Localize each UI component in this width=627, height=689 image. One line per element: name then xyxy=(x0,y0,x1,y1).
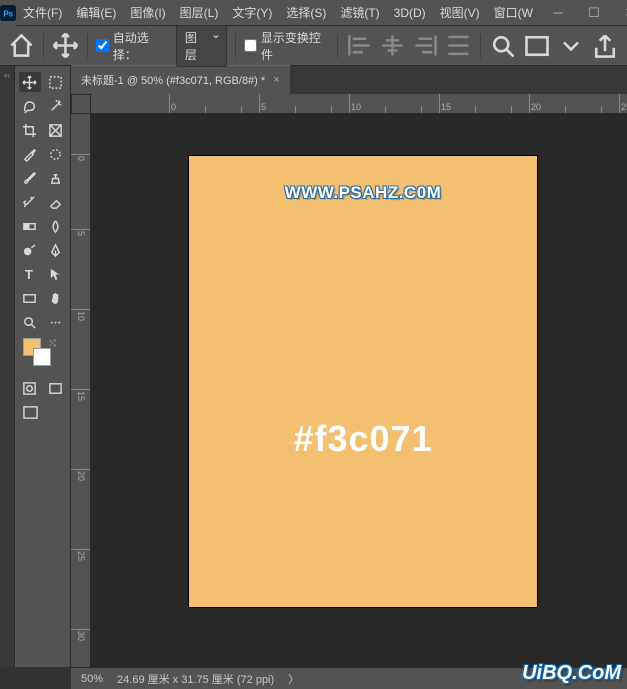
screenmode-icon[interactable] xyxy=(523,32,551,60)
document-area: 未标题-1 @ 50% (#f3c071, RGB/8#) * × 051015… xyxy=(71,66,627,667)
canvas-viewport[interactable]: WWW.PSAHZ.C0M #f3c071 xyxy=(91,114,627,667)
svg-text:T: T xyxy=(25,267,33,282)
auto-select-label: 自动选择： xyxy=(113,29,170,63)
tab-close-icon[interactable]: × xyxy=(273,74,279,86)
more-tools[interactable] xyxy=(45,312,67,332)
move-tool-icon[interactable] xyxy=(52,32,79,60)
show-transform-label: 显示变换控件 xyxy=(261,29,330,63)
distribute-icon[interactable] xyxy=(445,32,472,60)
eyedropper-tool[interactable] xyxy=(19,144,41,164)
canvas[interactable]: WWW.PSAHZ.C0M #f3c071 xyxy=(189,156,537,607)
healing-tool[interactable] xyxy=(45,144,67,164)
gradient-tool[interactable] xyxy=(19,216,41,236)
show-transform-check[interactable]: 显示变换控件 xyxy=(244,29,330,63)
menu-file[interactable]: 文件(F) xyxy=(16,4,69,21)
type-tool[interactable]: T xyxy=(19,264,41,284)
vertical-ruler[interactable]: 051015202530 xyxy=(71,114,91,667)
menu-edit[interactable]: 编辑(E) xyxy=(69,4,123,21)
align-center-icon[interactable] xyxy=(379,32,406,60)
auto-select-checkbox[interactable] xyxy=(96,39,109,52)
menu-type[interactable]: 文字(Y) xyxy=(225,4,279,21)
menu-window[interactable]: 窗口(W xyxy=(487,4,540,21)
options-bar: 自动选择： 图层 显示变换控件 xyxy=(0,26,627,66)
separator xyxy=(43,34,44,58)
collapse-icon: ‹‹ xyxy=(4,70,10,667)
ps-logo-icon: Ps xyxy=(0,0,16,26)
canvas-text-watermark: WWW.PSAHZ.C0M xyxy=(285,183,442,203)
history-brush-tool[interactable] xyxy=(19,192,41,212)
zoom-tool[interactable] xyxy=(19,312,41,332)
menu-view[interactable]: 视图(V) xyxy=(433,4,487,21)
screenmode-full[interactable] xyxy=(19,402,41,422)
align-right-icon[interactable] xyxy=(412,32,439,60)
auto-select-check[interactable]: 自动选择： xyxy=(96,29,170,63)
horizontal-ruler[interactable]: 0510152025 xyxy=(91,94,627,114)
magic-wand-tool[interactable] xyxy=(45,96,67,116)
panel-collapse-strip[interactable]: ‹‹ xyxy=(0,66,15,667)
document-tab-title: 未标题-1 @ 50% (#f3c071, RGB/8#) * xyxy=(81,72,265,88)
status-zoom[interactable]: 50% xyxy=(81,673,103,685)
svg-text:Ps: Ps xyxy=(3,9,13,18)
marquee-tool[interactable] xyxy=(45,72,67,92)
document-tab[interactable]: 未标题-1 @ 50% (#f3c071, RGB/8#) * × xyxy=(71,65,290,94)
pen-tool[interactable] xyxy=(45,240,67,260)
separator xyxy=(337,34,338,58)
color-swatches[interactable]: ⤭ xyxy=(19,338,66,368)
close-button[interactable]: ✕ xyxy=(612,0,627,25)
show-transform-checkbox[interactable] xyxy=(244,39,257,52)
align-left-icon[interactable] xyxy=(346,32,373,60)
canvas-text-hexcode: #f3c071 xyxy=(293,418,432,460)
main-area: ‹‹ xyxy=(0,66,627,667)
document-tabbar: 未标题-1 @ 50% (#f3c071, RGB/8#) * × xyxy=(71,66,627,94)
auto-select-target[interactable]: 图层 xyxy=(176,25,227,67)
quickmask-tool[interactable] xyxy=(19,378,41,398)
chevron-down-icon[interactable] xyxy=(557,32,585,60)
ruler-area: 0510152025 051015202530 WWW.PSAHZ.C0M #f… xyxy=(71,94,627,667)
lasso-tool[interactable] xyxy=(19,96,41,116)
move-tool[interactable] xyxy=(19,72,41,92)
ruler-corner[interactable] xyxy=(71,94,91,114)
hand-tool[interactable] xyxy=(45,288,67,308)
minimize-button[interactable]: ─ xyxy=(540,0,576,25)
crop-tool[interactable] xyxy=(19,120,41,140)
rectangle-tool[interactable] xyxy=(19,288,41,308)
swap-colors-icon[interactable]: ⤭ xyxy=(49,338,56,349)
eraser-tool[interactable] xyxy=(45,192,67,212)
maximize-button[interactable]: ☐ xyxy=(576,0,612,25)
separator xyxy=(480,34,481,58)
menu-3d[interactable]: 3D(D) xyxy=(387,6,433,20)
status-arrow-icon[interactable]: 〉 xyxy=(288,671,299,687)
dodge-tool[interactable] xyxy=(19,240,41,260)
screenmode-tool[interactable] xyxy=(45,378,67,398)
page-watermark: UiBQ.CoM xyxy=(522,662,621,685)
window-controls: ─ ☐ ✕ xyxy=(540,0,627,25)
toolbox: T ⤭ xyxy=(15,66,71,667)
path-selection-tool[interactable] xyxy=(45,264,67,284)
separator xyxy=(235,34,236,58)
blur-tool[interactable] xyxy=(45,216,67,236)
clone-stamp-tool[interactable] xyxy=(45,168,67,188)
menu-filter[interactable]: 滤镜(T) xyxy=(333,4,386,21)
search-icon[interactable] xyxy=(489,32,517,60)
separator xyxy=(87,34,88,58)
menu-select[interactable]: 选择(S) xyxy=(279,4,333,21)
background-color[interactable] xyxy=(33,348,51,366)
status-dimensions: 24.69 厘米 x 31.75 厘米 (72 ppi) xyxy=(117,671,274,687)
frame-tool[interactable] xyxy=(45,120,67,140)
menu-layer[interactable]: 图层(L) xyxy=(173,4,226,21)
brush-tool[interactable] xyxy=(19,168,41,188)
menu-bar: Ps 文件(F) 编辑(E) 图像(I) 图层(L) 文字(Y) 选择(S) 滤… xyxy=(0,0,627,26)
menu-image[interactable]: 图像(I) xyxy=(123,4,172,21)
share-icon[interactable] xyxy=(591,32,619,60)
home-button[interactable] xyxy=(8,32,35,60)
